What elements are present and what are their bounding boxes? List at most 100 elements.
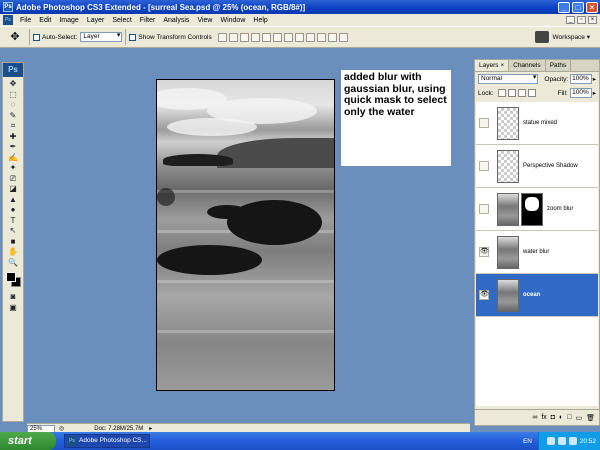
distribute-icon[interactable] [316, 32, 326, 42]
blend-mode-dropdown[interactable]: Normal [478, 74, 539, 84]
lock-transparency-icon[interactable] [497, 89, 506, 97]
align-right-icon[interactable] [272, 32, 282, 42]
align-left-icon[interactable] [250, 32, 260, 42]
workspace-icon[interactable] [534, 31, 549, 43]
lasso-tool-icon[interactable]: ◌ [3, 100, 23, 111]
menu-window[interactable]: Window [216, 17, 249, 24]
shape-tool-icon[interactable]: ■ [3, 237, 23, 248]
minimize-button[interactable]: _ [558, 1, 570, 13]
hand-tool-icon[interactable]: ✋ [3, 247, 23, 258]
lock-all-icon[interactable] [527, 89, 536, 97]
status-arrow-icon[interactable]: ▸ [149, 425, 152, 432]
tray-icon[interactable] [546, 437, 555, 445]
type-tool-icon[interactable]: T [3, 216, 23, 227]
brush-tool-icon[interactable]: ✍ [3, 153, 23, 164]
align-hcenter-icon[interactable] [261, 32, 271, 42]
opacity-field[interactable]: 100% [570, 74, 592, 84]
clone-stamp-tool-icon[interactable]: ✦ [3, 163, 23, 174]
maximize-button[interactable]: □ [572, 1, 584, 13]
move-tool-icon[interactable]: ✥ [4, 29, 26, 45]
auto-select-checkbox-label[interactable]: Auto-Select: [33, 33, 77, 41]
adjustment-layer-icon[interactable]: ◐ [559, 414, 563, 421]
eyedropper-tool-icon[interactable]: ✚ [3, 132, 23, 143]
distribute-icon[interactable] [338, 32, 348, 42]
doc-close-button[interactable]: × [588, 16, 597, 24]
doc-restore-button[interactable]: ▫ [577, 16, 586, 24]
menu-layer[interactable]: Layer [83, 17, 109, 24]
auto-select-checkbox[interactable] [33, 33, 40, 41]
history-brush-tool-icon[interactable]: ⎚ [3, 174, 23, 185]
dodge-tool-icon[interactable]: ● [3, 205, 23, 216]
eraser-tool-icon[interactable]: ◪ [3, 184, 23, 195]
delete-layer-icon[interactable]: 🗑 [586, 414, 595, 422]
eye-icon[interactable]: 👁 [479, 290, 489, 300]
align-top-icon[interactable] [217, 32, 227, 42]
tab-channels[interactable]: Channels [509, 60, 546, 71]
tray-icon[interactable] [557, 437, 566, 445]
layer-mask-thumbnail[interactable] [521, 192, 543, 226]
show-transform-checkbox[interactable] [129, 33, 137, 41]
document-window-controls: _ ▫ × [566, 16, 597, 24]
ps-logo[interactable]: Ps [3, 63, 23, 77]
tab-layers[interactable]: Layers × [475, 60, 510, 71]
zoom-tool-icon[interactable]: 🔍 [3, 258, 23, 269]
visibility-toggle[interactable] [479, 161, 489, 171]
path-selection-tool-icon[interactable]: ↖ [3, 226, 23, 237]
distribute-icon[interactable] [327, 32, 337, 42]
layer-row[interactable]: statue mixed [476, 102, 598, 145]
menu-help[interactable]: Help [249, 17, 271, 24]
distribute-icon[interactable] [283, 32, 293, 42]
visibility-toggle[interactable] [479, 118, 489, 128]
chevron-right-icon[interactable]: ▸ [593, 89, 596, 97]
close-button[interactable]: × [586, 1, 598, 13]
distribute-icon[interactable] [294, 32, 304, 42]
status-nav-icon[interactable]: ◎ [59, 425, 64, 432]
screen-mode-icon[interactable]: ▣ [3, 303, 23, 314]
menu-analysis[interactable]: Analysis [159, 17, 193, 24]
layer-style-icon[interactable]: fx [541, 414, 546, 421]
visibility-toggle[interactable] [479, 204, 489, 214]
link-layers-icon[interactable]: ∞ [532, 414, 537, 421]
fill-field[interactable]: 100% [569, 88, 592, 98]
new-group-icon[interactable]: □ [567, 414, 571, 421]
eye-icon[interactable]: 👁 [479, 247, 489, 257]
add-mask-icon[interactable]: ◘ [551, 414, 555, 421]
menu-edit[interactable]: Edit [35, 17, 55, 24]
layer-row[interactable]: 👁 water blur [476, 231, 598, 274]
healing-brush-tool-icon[interactable]: ✒ [3, 142, 23, 153]
document-icon[interactable]: Ps [3, 15, 13, 25]
layer-row[interactable]: Perspective Shadow [476, 145, 598, 188]
menu-select[interactable]: Select [108, 17, 135, 24]
tray-icon[interactable] [568, 437, 577, 445]
layer-row-selected[interactable]: 👁 ocean [476, 274, 598, 317]
distribute-icon[interactable] [305, 32, 315, 42]
move-tool-icon[interactable]: ✥ [3, 79, 23, 90]
doc-minimize-button[interactable]: _ [566, 16, 575, 24]
chevron-right-icon[interactable]: ▸ [593, 75, 596, 83]
document-canvas[interactable] [156, 79, 335, 391]
lock-pixels-icon[interactable] [507, 89, 516, 97]
tab-paths[interactable]: Paths [546, 60, 572, 71]
align-bottom-icon[interactable] [239, 32, 249, 42]
magic-wand-tool-icon[interactable]: ✎ [3, 111, 23, 122]
menu-view[interactable]: View [193, 17, 216, 24]
marquee-tool-icon[interactable]: ⬚ [3, 90, 23, 101]
quick-mask-icon[interactable]: ◙ [3, 292, 23, 303]
align-vcenter-icon[interactable] [228, 32, 238, 42]
menu-filter[interactable]: Filter [136, 17, 160, 24]
language-indicator[interactable]: EN [523, 438, 532, 445]
layer-row[interactable]: zoom blur [476, 188, 598, 231]
workspace-button[interactable]: Workspace ▾ [553, 33, 590, 41]
show-transform-checkbox-label[interactable]: Show Transform Controls [129, 33, 212, 41]
photoshop-app-icon: Ps [3, 2, 13, 12]
start-button[interactable]: start [0, 432, 56, 450]
crop-tool-icon[interactable]: ⌗ [3, 121, 23, 132]
lock-position-icon[interactable] [517, 89, 526, 97]
taskbar-photoshop-button[interactable]: Adobe Photoshop CS... [64, 434, 150, 448]
gradient-tool-icon[interactable]: ▲ [3, 195, 23, 206]
menu-image[interactable]: Image [55, 17, 82, 24]
new-layer-icon[interactable]: ▭ [575, 414, 582, 422]
auto-select-dropdown[interactable]: Layer [80, 32, 123, 42]
menu-file[interactable]: File [16, 17, 35, 24]
foreground-color-swatch[interactable] [6, 272, 16, 282]
